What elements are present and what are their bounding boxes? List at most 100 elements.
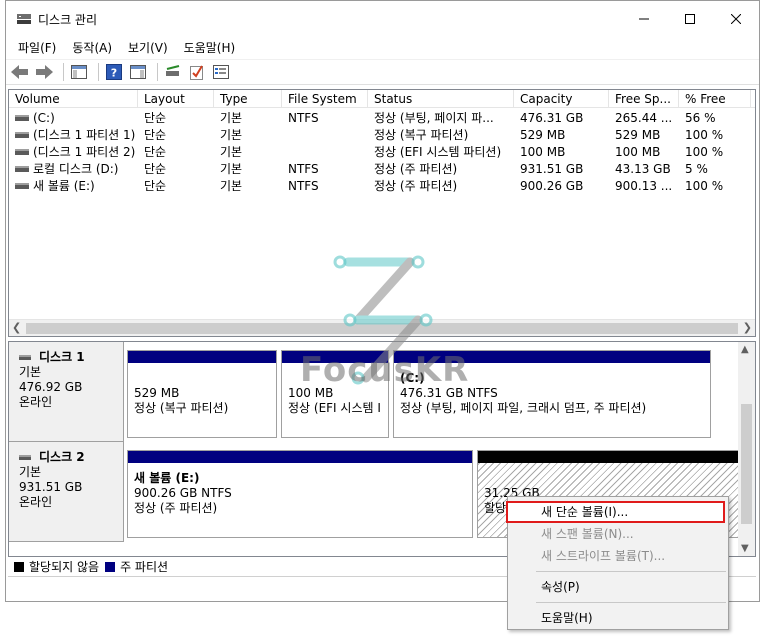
partition-recovery[interactable]: 529 MB 정상 (복구 파티션) <box>127 350 277 438</box>
back-button[interactable] <box>10 62 30 82</box>
cell-free-space: 529 MB <box>615 128 661 142</box>
menu-item-new-striped-volume[interactable]: 새 스트라이프 볼륨(T)... <box>508 545 728 567</box>
watermark-text: FocusKR <box>300 350 470 390</box>
primary-partition-bar <box>128 451 472 463</box>
partition-status: 정상 (주 파티션) <box>134 501 218 515</box>
cell-capacity: 100 MB <box>520 145 566 159</box>
table-row[interactable]: 로컬 디스크 (D:) 단순 기본 NTFS 정상 (주 파티션) 931.51… <box>9 161 755 178</box>
column-header-status[interactable]: Status <box>368 90 514 107</box>
partition-status: 정상 (EFI 시스템 I <box>288 401 381 415</box>
cell-file-system <box>282 144 368 161</box>
legend-swatch-unallocated <box>14 561 24 572</box>
check-button[interactable] <box>187 62 207 82</box>
column-header-capacity[interactable]: Capacity <box>514 90 609 107</box>
scrollbar-thumb[interactable] <box>26 323 738 334</box>
minimize-button[interactable] <box>621 1 667 37</box>
connect-drive-icon <box>166 65 180 76</box>
vertical-scrollbar[interactable]: ▲ ▼ <box>738 342 755 556</box>
drive-icon <box>15 131 29 138</box>
disk-info-1[interactable]: 디스크 1 기본 476.92 GB 온라인 <box>9 342 124 442</box>
partition-e[interactable]: 새 볼륨 (E:) 900.26 GB NTFS 정상 (주 파티션) <box>127 450 473 538</box>
show-hide-action-pane-button[interactable] <box>128 62 148 82</box>
connect-button[interactable] <box>163 62 183 82</box>
column-header-file-system[interactable]: File System <box>282 90 368 107</box>
arrow-right-icon <box>36 65 53 79</box>
cell-free-space: 100 MB <box>615 145 661 159</box>
scroll-down-icon[interactable]: ▼ <box>741 543 749 554</box>
disk-name: 디스크 1 <box>39 350 85 364</box>
scroll-left-icon[interactable]: ❮ <box>12 321 21 334</box>
menu-help[interactable]: 도움말(H) <box>176 37 244 57</box>
legend-swatch-primary <box>105 561 116 572</box>
cell-percent-free: 5 % <box>685 162 708 176</box>
cell-volume: (C:) <box>33 111 55 125</box>
svg-text:?: ? <box>111 67 117 80</box>
table-row[interactable]: (디스크 1 파티션 2) 단순 기본 정상 (EFI 시스템 파티션) 100… <box>9 144 755 161</box>
drive-icon <box>15 182 29 189</box>
scroll-up-icon[interactable]: ▲ <box>741 344 749 355</box>
menu-item-help[interactable]: 도움말(H) <box>508 607 728 629</box>
disk-icon <box>19 455 31 460</box>
menu-separator <box>536 602 726 603</box>
cell-type: 기본 <box>220 162 243 176</box>
disk-management-app-icon <box>17 14 31 24</box>
column-header-percent-free[interactable]: % Free <box>679 90 751 107</box>
column-header-type[interactable]: Type <box>214 90 282 107</box>
cell-volume: (디스크 1 파티션 2) <box>33 145 136 159</box>
menu-item-properties[interactable]: 속성(P) <box>508 576 728 598</box>
toolbar-separator <box>98 63 99 81</box>
context-menu: 새 단순 볼륨(I)... 새 스팬 볼륨(N)... 새 스트라이프 볼륨(T… <box>506 496 729 630</box>
partition-size: 529 MB <box>134 386 180 400</box>
menu-action[interactable]: 동작(A) <box>64 37 120 57</box>
partition-status: 정상 (복구 파티션) <box>134 401 229 415</box>
disk-icon <box>19 355 31 360</box>
partition-label: 새 볼륨 (E:) <box>134 471 200 485</box>
menu-bar: 파일(F) 동작(A) 보기(V) 도움말(H) <box>6 37 759 57</box>
cell-free-space: 43.13 GB <box>615 162 671 176</box>
horizontal-scrollbar[interactable]: ❮ ❯ <box>9 319 755 336</box>
cell-file-system <box>282 127 368 144</box>
show-hide-console-tree-button[interactable] <box>69 62 89 82</box>
menu-file[interactable]: 파일(F) <box>10 37 64 57</box>
cell-capacity: 529 MB <box>520 128 566 142</box>
column-header-layout[interactable]: Layout <box>138 90 214 107</box>
table-row[interactable]: 새 볼륨 (E:) 단순 기본 NTFS 정상 (주 파티션) 900.26 G… <box>9 178 755 195</box>
cell-file-system: NTFS <box>288 179 319 193</box>
table-row[interactable]: (디스크 1 파티션 1) 단순 기본 정상 (복구 파티션) 529 MB 5… <box>9 127 755 144</box>
column-header-free-space[interactable]: Free Sp... <box>609 90 679 107</box>
action-pane-icon <box>130 65 146 79</box>
disk-size: 476.92 GB <box>19 380 83 394</box>
cell-type: 기본 <box>220 128 243 142</box>
cell-volume: 로컬 디스크 (D:) <box>33 162 119 176</box>
disk-type: 기본 <box>19 365 42 379</box>
menu-item-new-spanned-volume[interactable]: 새 스팬 볼륨(N)... <box>508 523 728 545</box>
menu-item-new-simple-volume[interactable]: 새 단순 볼륨(I)... <box>506 501 725 523</box>
table-row[interactable]: (C:) 단순 기본 NTFS 정상 (부팅, 페이지 파... 476.31 … <box>9 110 755 127</box>
primary-partition-bar <box>128 351 276 363</box>
help-button[interactable]: ? <box>104 62 124 82</box>
menu-view[interactable]: 보기(V) <box>120 37 176 57</box>
legend-label-primary: 주 파티션 <box>120 560 169 574</box>
toolbar-separator <box>63 63 64 81</box>
cell-status: 정상 (EFI 시스템 파티션) <box>374 145 502 159</box>
maximize-button[interactable] <box>667 1 713 37</box>
scroll-right-icon[interactable]: ❯ <box>743 321 752 334</box>
drive-icon <box>15 165 29 172</box>
scrollbar-thumb[interactable] <box>741 404 752 524</box>
column-header-volume[interactable]: Volume <box>9 90 138 107</box>
close-icon <box>731 14 741 24</box>
unallocated-bar <box>478 451 738 463</box>
properties-button[interactable] <box>211 62 231 82</box>
window-title: 디스크 관리 <box>38 13 98 27</box>
disk-status: 온라인 <box>19 395 53 409</box>
disk-info-2[interactable]: 디스크 2 기본 931.51 GB 온라인 <box>9 442 124 542</box>
menu-separator <box>536 571 726 572</box>
close-button[interactable] <box>713 1 759 37</box>
cell-type: 기본 <box>220 179 243 193</box>
cell-layout: 단순 <box>144 128 167 142</box>
cell-capacity: 476.31 GB <box>520 111 584 125</box>
forward-button[interactable] <box>34 62 54 82</box>
minimize-icon <box>639 18 649 20</box>
cell-percent-free: 100 % <box>685 179 724 193</box>
cell-layout: 단순 <box>144 145 167 159</box>
